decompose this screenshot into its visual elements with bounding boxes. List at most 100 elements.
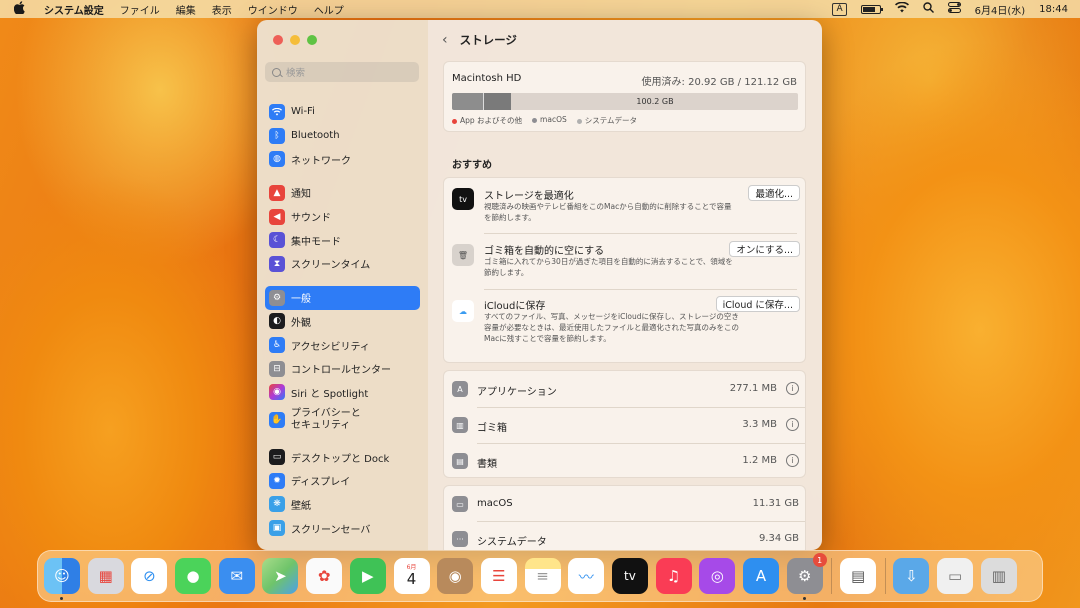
sidebar-item-control-center[interactable]: ⊟ コントロールセンター — [265, 357, 420, 381]
storage-bar-apps-segment — [452, 93, 484, 110]
recommendations-heading: おすすめ — [452, 160, 492, 171]
system-categories-card: ▭ macOS 11.31 GB ··· システムデータ 9.34 GB — [443, 485, 806, 550]
category-row-macos[interactable]: ▭ macOS 11.31 GB — [444, 486, 807, 522]
dock-maps-icon[interactable]: ➤ — [262, 558, 299, 594]
category-row-system-data[interactable]: ··· システムデータ 9.34 GB — [444, 521, 807, 550]
input-source-indicator[interactable]: A — [832, 2, 847, 16]
control-center-icon[interactable] — [947, 2, 961, 16]
siri-icon: ◉ — [269, 384, 285, 401]
zoom-button[interactable] — [307, 35, 317, 45]
dock-photos-icon[interactable]: ✿ — [306, 558, 343, 594]
legend-item-macos: macOS — [532, 115, 567, 126]
moon-icon: ☾ — [269, 232, 285, 249]
sidebar-item-label: コントロールセンター — [291, 365, 391, 377]
category-row-trash[interactable]: ▥ ゴミ箱 3.3 MB i — [444, 407, 807, 443]
sidebar-item-screensaver[interactable]: ▣ スクリーンセーバ — [265, 516, 420, 540]
menu-date[interactable]: 6月4日(水) — [975, 2, 1026, 17]
turn-on-button[interactable]: オンにする... — [729, 241, 800, 257]
sidebar-item-screen-time[interactable]: ⧗ スクリーンタイム — [265, 252, 420, 276]
spotlight-icon[interactable] — [922, 2, 934, 16]
dock-finder-icon[interactable]: ☺ — [44, 558, 80, 600]
optimize-button[interactable]: 最適化... — [748, 185, 800, 201]
menu-edit[interactable]: 編集 — [176, 2, 196, 17]
divider — [484, 233, 797, 234]
dock-icon: ▭ — [269, 449, 285, 466]
category-size: 277.1 MB — [729, 383, 777, 394]
sidebar-item-siri-spotlight[interactable]: ◉ Siri と Spotlight — [265, 381, 420, 405]
dock-contacts-icon[interactable]: ◉ — [437, 558, 474, 594]
sidebar-item-label: 壁紙 — [291, 500, 311, 512]
info-icon[interactable]: i — [786, 418, 799, 431]
sidebar-item-label: ディスプレイ — [291, 477, 351, 489]
search-input[interactable]: 検索 — [265, 62, 419, 82]
dock-mail-icon[interactable]: ✉ — [218, 558, 255, 594]
dock-preview-icon[interactable]: ▤ — [840, 558, 877, 594]
sidebar-item-label: ネットワーク — [291, 155, 351, 167]
sidebar-item-displays[interactable]: ✹ ディスプレイ — [265, 469, 420, 493]
sidebar-item-label: アクセシビリティ — [291, 341, 370, 353]
category-size: 9.34 GB — [758, 533, 799, 544]
save-to-icloud-button[interactable]: iCloud に保存... — [715, 296, 800, 312]
info-icon[interactable]: i — [786, 382, 799, 395]
system-settings-window: 検索 Wi-Fi ᛒ Bluetooth ◍ ネットワーク ▲ 通知 ◀ サウン… — [257, 20, 822, 550]
menu-time[interactable]: 18:44 — [1039, 4, 1068, 15]
speaker-icon: ◀ — [269, 208, 285, 225]
menu-file[interactable]: ファイル — [120, 2, 160, 17]
display-icon: ✹ — [269, 472, 285, 489]
category-name: 書類 — [477, 459, 497, 470]
recommendations-card: tv ストレージを最適化 視聴済みの映画やテレビ番組をこのMacから自動的に削除… — [443, 177, 806, 363]
wifi-status-icon[interactable] — [894, 1, 909, 16]
minimize-button[interactable] — [290, 35, 300, 45]
dock-drive-icon[interactable]: ▭ — [937, 558, 974, 594]
dock-messages-icon[interactable]: ● — [175, 558, 212, 594]
battery-icon[interactable] — [860, 4, 883, 14]
dock-safari-icon[interactable]: ⊘ — [131, 558, 168, 594]
dock-trash-icon[interactable]: ▥ — [980, 558, 1017, 594]
sidebar-item-accessibility[interactable]: ♿ アクセシビリティ — [265, 333, 420, 357]
sidebar-item-general[interactable]: ⚙ 一般 — [265, 285, 420, 310]
sidebar-item-label: 通知 — [291, 189, 311, 201]
menu-view[interactable]: 表示 — [212, 2, 232, 17]
screensaver-icon: ▣ — [269, 520, 285, 537]
dock-downloads-icon[interactable]: ⇩ — [893, 558, 930, 594]
dock-tv-icon[interactable]: tv — [611, 558, 648, 594]
sidebar-item-wallpaper[interactable]: ❋ 壁紙 — [265, 493, 420, 517]
dock-app-store-icon[interactable]: A — [743, 558, 779, 594]
storage-bar[interactable]: 100.2 GB — [452, 93, 798, 110]
back-chevron-icon[interactable]: ‹ — [442, 32, 448, 48]
sidebar-item-focus[interactable]: ☾ 集中モード — [265, 228, 420, 252]
disk-name: Macintosh HD — [452, 73, 522, 84]
menu-help[interactable]: ヘルプ — [314, 2, 344, 17]
sidebar-item-sound[interactable]: ◀ サウンド — [265, 205, 420, 229]
apple-menu-icon[interactable] — [13, 1, 28, 17]
sidebar-item-bluetooth[interactable]: ᛒ Bluetooth — [265, 124, 420, 148]
hourglass-icon: ⧗ — [269, 255, 285, 272]
category-row-applications[interactable]: A アプリケーション 277.1 MB i — [444, 371, 807, 407]
dock-system-settings-icon[interactable]: ⚙ 1 — [786, 553, 827, 600]
sidebar-item-wifi[interactable]: Wi-Fi — [265, 100, 420, 124]
dock-podcasts-icon[interactable]: ◎ — [699, 558, 736, 594]
sidebar-item-label: Bluetooth — [291, 130, 340, 142]
dock-notes-icon[interactable]: ≡ — [524, 558, 561, 594]
sidebar-item-network[interactable]: ◍ ネットワーク — [265, 147, 420, 171]
close-button[interactable] — [273, 35, 283, 45]
dock-calendar-icon[interactable]: 6月 4 — [393, 558, 430, 594]
legend-item-system-data: システムデータ — [576, 115, 637, 126]
sidebar-item-notifications[interactable]: ▲ 通知 — [265, 181, 420, 205]
info-icon[interactable]: i — [786, 454, 799, 467]
dock-reminders-icon[interactable]: ☰ — [480, 558, 517, 594]
dock-music-icon[interactable]: ♫ — [655, 558, 692, 594]
dock-facetime-icon[interactable]: ▶ — [349, 558, 386, 594]
category-row-documents[interactable]: ▤ 書類 1.2 MB i — [444, 443, 807, 479]
search-icon — [272, 67, 281, 77]
document-icon: ▤ — [452, 453, 468, 469]
sidebar-item-label: デスクトップと Dock — [291, 453, 390, 465]
sidebar-item-appearance[interactable]: ◐ 外観 — [265, 310, 420, 334]
menu-app-name[interactable]: システム設定 — [44, 2, 104, 17]
sidebar-item-desktop-dock[interactable]: ▭ デスクトップと Dock — [265, 445, 420, 469]
menu-window[interactable]: ウインドウ — [248, 2, 298, 17]
category-size: 1.2 MB — [742, 455, 777, 466]
sidebar-item-privacy-security[interactable]: ✋ プライバシーと セキュリティ — [265, 404, 420, 435]
dock-launchpad-icon[interactable]: ▦ — [87, 558, 124, 594]
dock-freeform-icon[interactable]: 〰 — [568, 558, 605, 594]
